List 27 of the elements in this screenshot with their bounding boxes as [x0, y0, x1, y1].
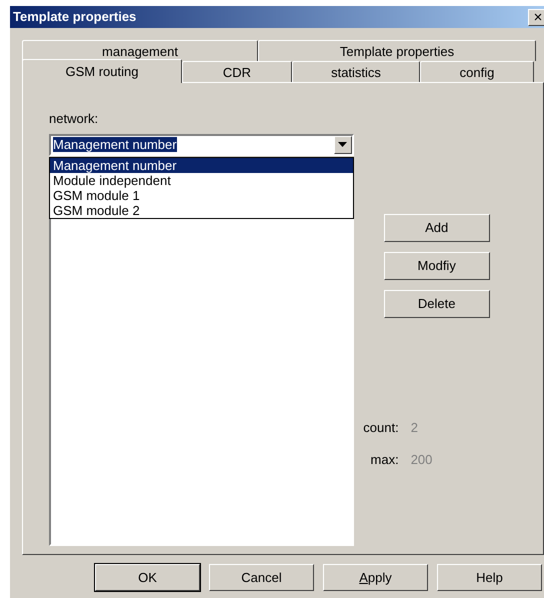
dropdown-option[interactable]: Module independent — [50, 173, 353, 188]
stat-value: 2 — [410, 419, 418, 437]
action-button[interactable]: Delete — [384, 290, 490, 318]
tab[interactable]: GSM routing — [22, 59, 182, 83]
dialog-button[interactable]: Help — [437, 564, 542, 591]
field-label: network: — [49, 110, 100, 128]
window-title: Template properties — [13, 8, 136, 26]
stat-value: 200 — [410, 450, 432, 468]
stat-label: count: — [362, 419, 399, 437]
tab[interactable]: Template properties — [258, 40, 536, 61]
dialog-button[interactable]: Cancel — [209, 564, 314, 591]
action-button[interactable]: Modfiy — [384, 252, 490, 280]
caret-icon — [338, 142, 348, 147]
dropdown-option[interactable]: GSM module 1 — [50, 188, 353, 203]
tab[interactable]: statistics — [292, 61, 420, 82]
tab[interactable]: management — [22, 40, 258, 61]
dialog-button[interactable]: Apply — [323, 564, 428, 591]
dialog-button[interactable]: OK — [95, 564, 200, 591]
tab[interactable]: CDR — [182, 61, 292, 82]
dropdown-option[interactable]: Management number — [50, 158, 353, 173]
close-button[interactable]: × — [528, 8, 544, 26]
stat-label: max: — [370, 450, 399, 468]
action-button[interactable]: Add — [384, 214, 490, 242]
tab[interactable]: config — [420, 61, 534, 82]
network-dropdown[interactable]: Management number — [49, 134, 354, 156]
dropdown-arrow-button[interactable] — [334, 136, 352, 154]
dropdown-option[interactable]: GSM module 2 — [50, 203, 353, 218]
